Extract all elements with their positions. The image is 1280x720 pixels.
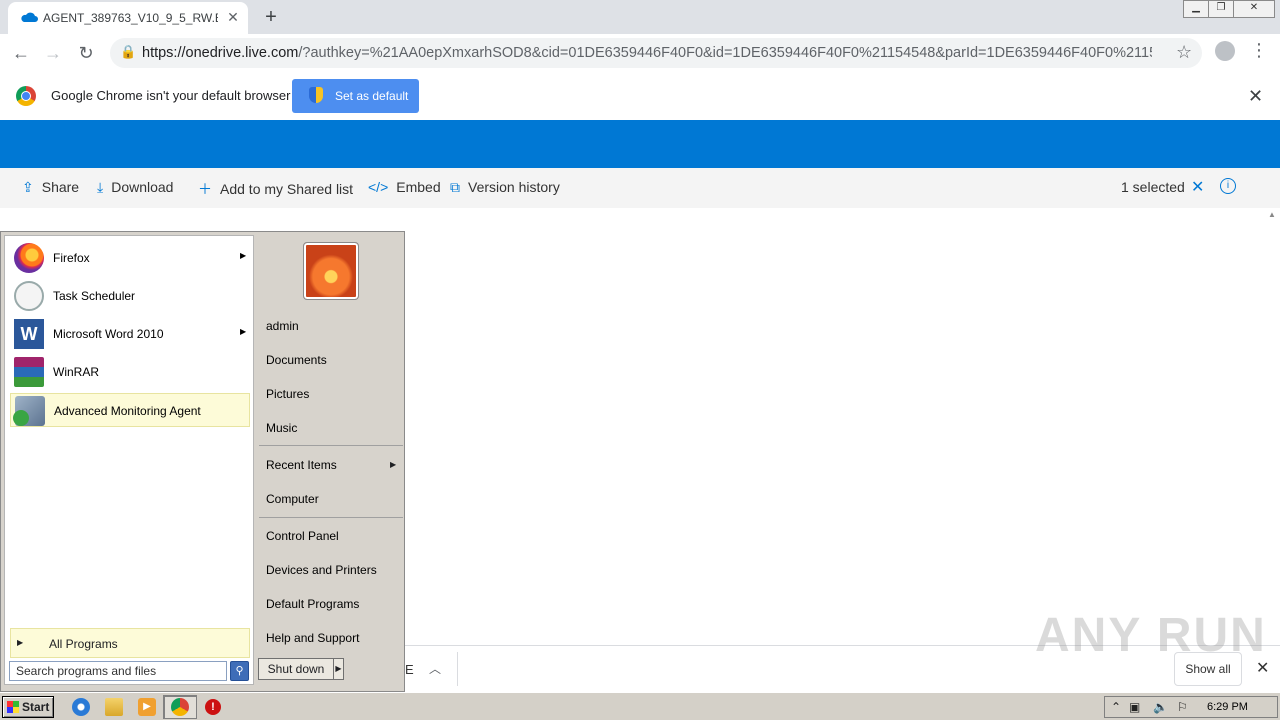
tab-title: AGENT_389763_V10_9_5_RW.EXE — [43, 11, 218, 25]
start-search-input[interactable]: Search programs and files — [9, 661, 227, 681]
clock-icon — [14, 281, 44, 311]
link-computer[interactable]: Computer — [266, 492, 319, 506]
onedrive-header — [0, 120, 1280, 168]
link-devices-printers[interactable]: Devices and Printers — [266, 563, 377, 577]
action-center-flag-icon[interactable]: ⚐ — [1177, 700, 1188, 714]
default-browser-infobar: Google Chrome isn't your default browser… — [0, 72, 1280, 121]
star-icon[interactable]: ☆ — [1176, 42, 1192, 63]
system-tray: ⌃ ▣ 🔈 ⚐ — [1104, 696, 1278, 718]
url-path: /?authkey=%21AA0epXmxarhSOD8&cid=01DE635… — [298, 45, 1152, 61]
shut-down-options-arrow-icon[interactable]: ▶ — [333, 658, 344, 680]
set-as-default-button[interactable]: Set as default — [292, 79, 419, 113]
volume-icon[interactable]: 🔈 — [1153, 700, 1168, 714]
version-history-command[interactable]: ⧉ Version history — [450, 179, 560, 196]
uac-shield-icon — [309, 87, 323, 103]
set-as-default-label: Set as default — [335, 89, 409, 103]
folder-icon[interactable] — [105, 698, 123, 716]
chevron-up-icon[interactable]: ︿ — [429, 660, 441, 677]
chrome-icon[interactable] — [171, 698, 189, 716]
link-pictures[interactable]: Pictures — [266, 387, 309, 401]
program-firefox[interactable]: Firefox ▶ — [10, 241, 250, 275]
restore-button[interactable]: ❐ — [1208, 0, 1234, 18]
link-documents[interactable]: Documents — [266, 353, 327, 367]
windows-flag-icon — [7, 701, 19, 713]
download-item-name[interactable]: E — [405, 662, 414, 677]
window-close-button[interactable]: ✕ — [1233, 0, 1275, 18]
firefox-icon — [14, 243, 44, 273]
browser-toolbar: ← → ↻ 🔒 https://onedrive.live.com/?authk… — [0, 34, 1280, 73]
add-shared-command[interactable]: ＋ Add to my Shared list — [198, 179, 353, 199]
program-advanced-monitoring-agent[interactable]: Advanced Monitoring Agent — [10, 393, 250, 427]
taskbar-clock[interactable]: 6:29 PM — [1207, 701, 1248, 713]
embed-icon: </> — [368, 179, 389, 195]
search-icon[interactable]: ⚲ — [230, 661, 249, 681]
tab-close-icon[interactable]: ✕ — [224, 8, 242, 26]
link-admin[interactable]: admin — [266, 319, 299, 333]
submenu-arrow-icon: ▶ — [17, 638, 24, 647]
embed-command[interactable]: </> Embed — [368, 179, 441, 195]
chrome-logo-icon — [16, 86, 36, 106]
anyrun-watermark: ANY RUN — [1035, 609, 1267, 662]
word-icon: W — [14, 319, 44, 349]
plus-icon: ＋ — [198, 181, 212, 197]
infobar-message: Google Chrome isn't your default browser — [51, 88, 291, 103]
onedrive-command-bar: ⇪ Share ⤓ Download ＋ Add to my Shared list … — [0, 168, 1280, 208]
version-history-icon: ⧉ — [450, 179, 460, 195]
start-button[interactable]: Start — [2, 696, 54, 718]
link-help-support[interactable]: Help and Support — [266, 631, 359, 645]
program-winrar[interactable]: WinRAR — [10, 355, 250, 389]
lock-icon[interactable]: 🔒 — [120, 44, 136, 60]
menu-divider — [259, 517, 403, 518]
menu-divider — [259, 445, 403, 446]
address-bar[interactable]: 🔒 https://onedrive.live.com/?authkey=%21… — [110, 38, 1202, 68]
new-tab-button[interactable]: + — [260, 6, 282, 28]
selection-count: 1 selected — [1121, 179, 1185, 195]
scroll-up-icon[interactable]: ▲ — [1268, 210, 1276, 219]
user-avatar[interactable] — [303, 242, 359, 300]
download-command[interactable]: ⤓ Download — [97, 179, 173, 196]
infobar-close-icon[interactable]: ✕ — [1248, 86, 1263, 107]
clear-selection-icon[interactable]: ✕ — [1191, 177, 1204, 197]
url-host: https://onedrive.live.com — [142, 45, 299, 61]
submenu-arrow-icon: ▶ — [240, 251, 247, 260]
tab-strip: AGENT_389763_V10_9_5_RW.EXE ✕ + ▁ ❐ ✕ — [0, 0, 1280, 34]
minimize-button[interactable]: ▁ — [1183, 0, 1209, 18]
monitoring-agent-icon — [13, 396, 45, 426]
submenu-arrow-icon: ▶ — [240, 327, 247, 336]
info-icon[interactable]: i — [1220, 178, 1236, 194]
winrar-icon — [14, 357, 44, 387]
browser-tab[interactable]: AGENT_389763_V10_9_5_RW.EXE ✕ — [8, 2, 248, 34]
program-microsoft-word[interactable]: W Microsoft Word 2010 ▶ — [10, 317, 250, 351]
internet-explorer-icon[interactable] — [72, 698, 90, 716]
forward-arrow-icon[interactable]: → — [40, 40, 66, 66]
start-menu: Firefox ▶ Task Scheduler W Microsoft Wor… — [0, 231, 405, 692]
submenu-arrow-icon: ▶ — [390, 460, 397, 469]
share-icon: ⇪ — [22, 179, 34, 195]
share-command[interactable]: ⇪ Share — [22, 179, 79, 196]
link-music[interactable]: Music — [266, 421, 297, 435]
link-default-programs[interactable]: Default Programs — [266, 597, 359, 611]
all-programs-button[interactable]: ▶ All Programs — [10, 628, 250, 658]
shelf-divider — [457, 652, 458, 686]
download-icon: ⤓ — [97, 179, 104, 195]
onedrive-cloud-icon — [21, 12, 38, 22]
menu-dots-icon[interactable]: ⋮ — [1250, 40, 1268, 61]
back-arrow-icon[interactable]: ← — [8, 40, 34, 66]
media-player-icon[interactable]: ▶ — [138, 698, 156, 716]
start-menu-programs-pane: Firefox ▶ Task Scheduler W Microsoft Wor… — [4, 235, 254, 685]
show-hidden-icons-icon[interactable]: ⌃ — [1111, 700, 1121, 714]
shut-down-button[interactable]: Shut down — [258, 658, 334, 680]
profile-icon[interactable] — [1215, 41, 1235, 61]
link-control-panel[interactable]: Control Panel — [266, 529, 339, 543]
reload-icon[interactable]: ↻ — [73, 40, 99, 66]
taskbar: Start ▶ ! ⌃ ▣ 🔈 ⚐ 6:29 PM — [0, 692, 1280, 720]
link-recent-items[interactable]: Recent Items — [266, 458, 337, 472]
network-icon[interactable]: ▣ — [1129, 700, 1140, 714]
program-task-scheduler[interactable]: Task Scheduler — [10, 279, 250, 313]
stop-icon[interactable]: ! — [205, 699, 221, 715]
url-text: https://onedrive.live.com/?authkey=%21AA… — [142, 45, 1152, 61]
